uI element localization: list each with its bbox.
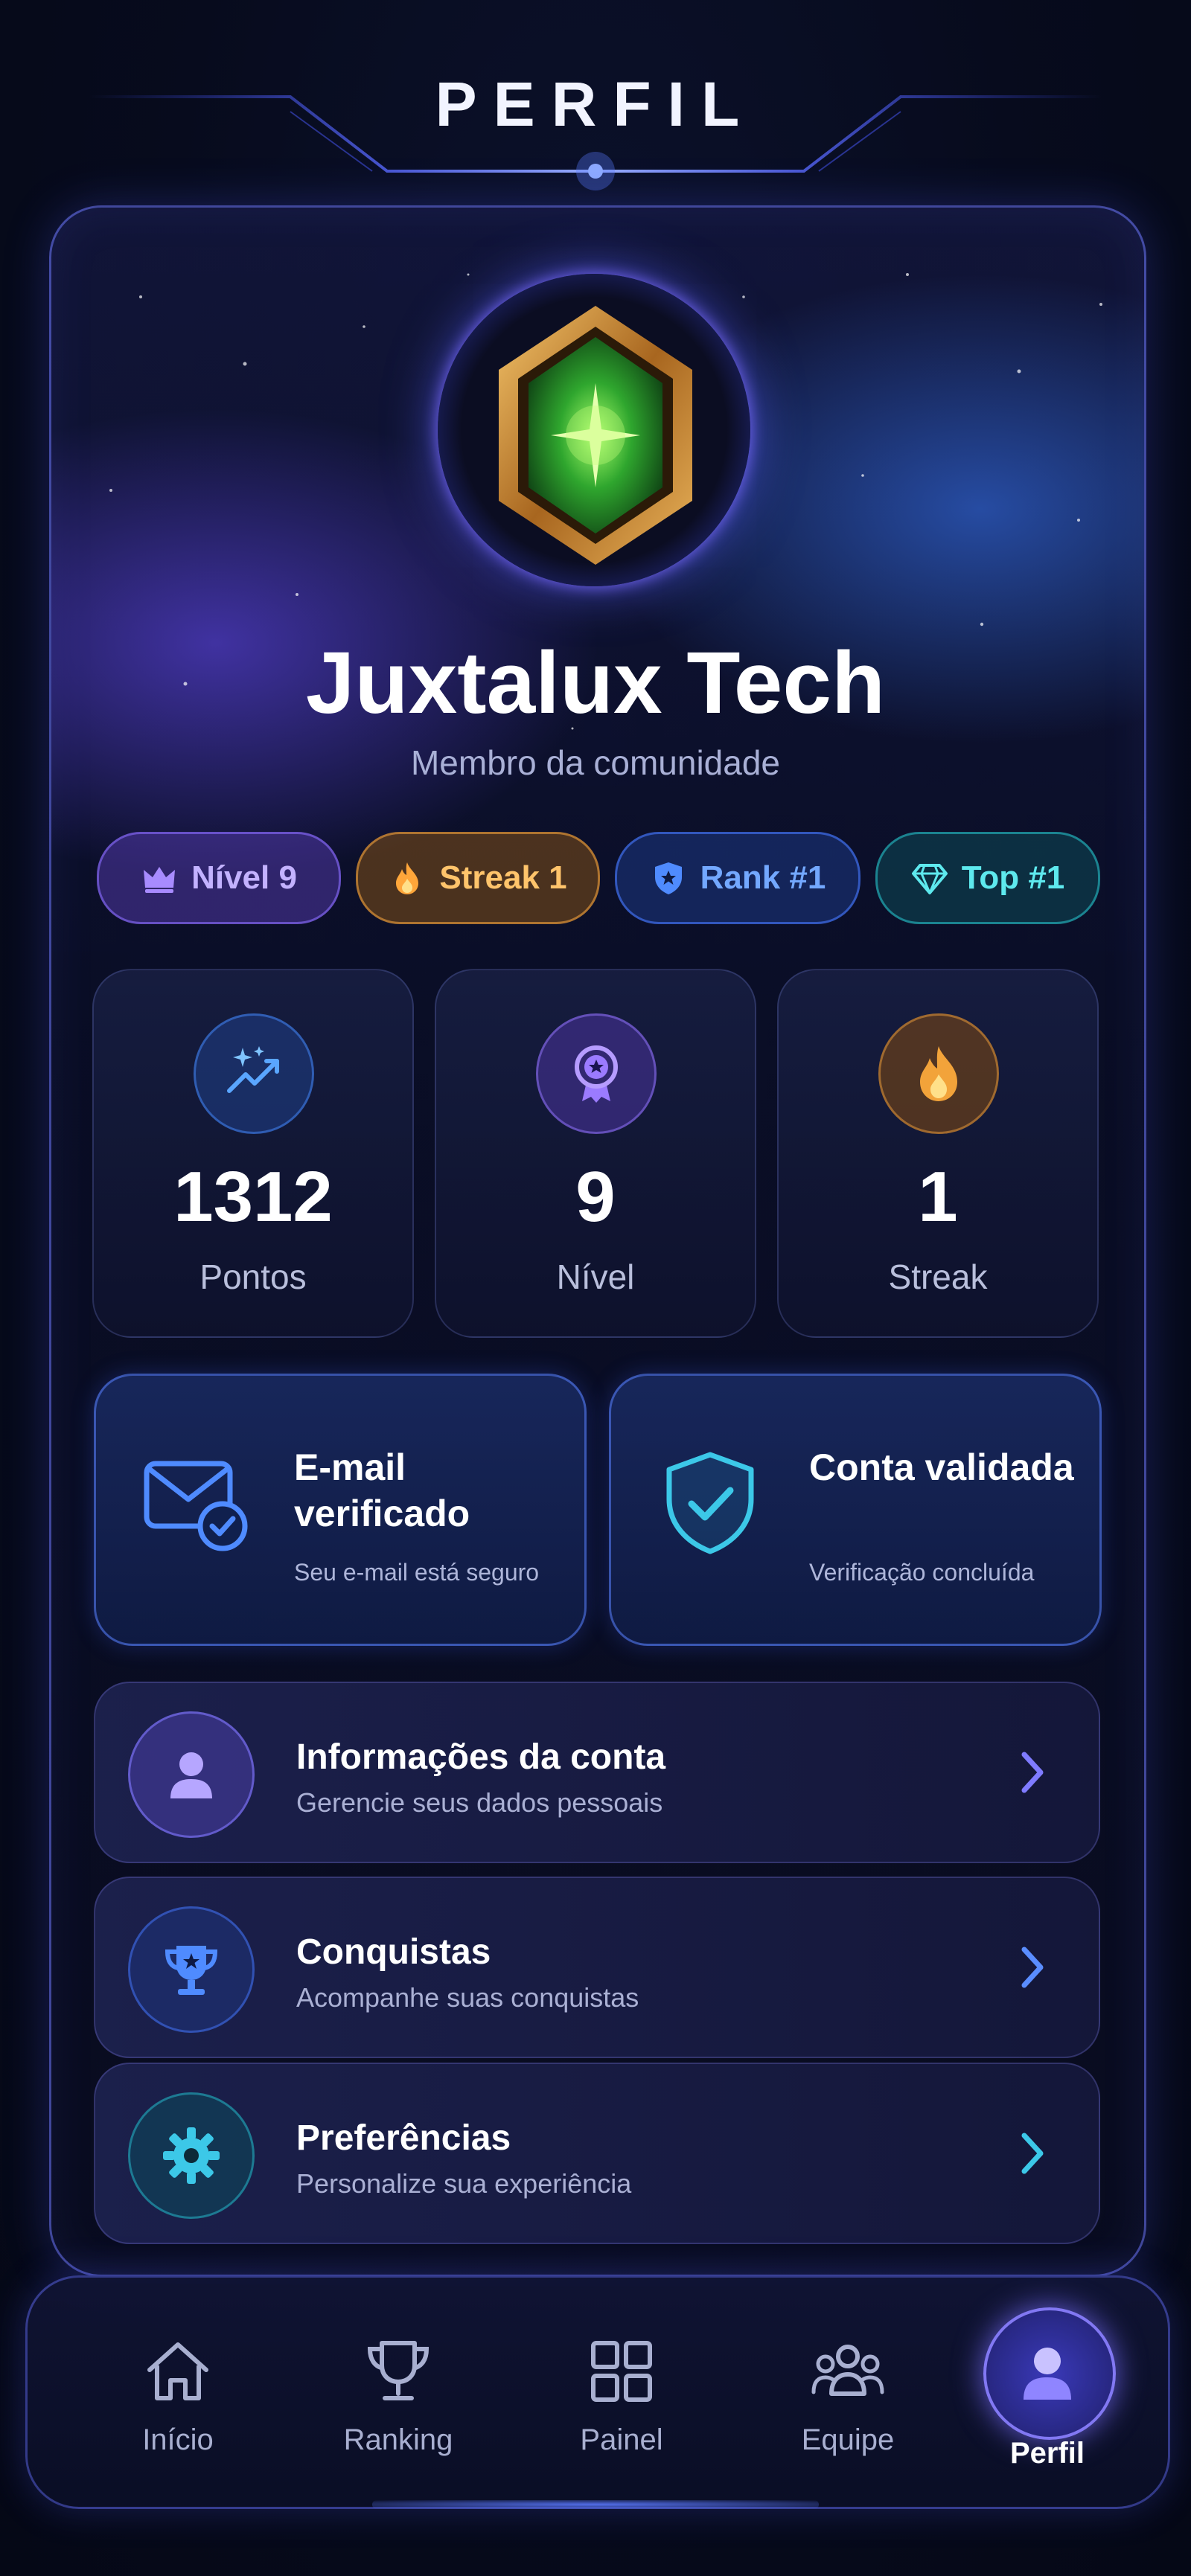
page-title: PERFIL bbox=[435, 69, 756, 139]
medal-icon bbox=[575, 1045, 618, 1103]
top-badge-label: Top #1 bbox=[961, 859, 1065, 896]
top-badge[interactable]: Top #1 bbox=[875, 832, 1100, 924]
crown-icon bbox=[144, 867, 176, 893]
level-label: Nível bbox=[556, 1257, 635, 1296]
flame-icon bbox=[396, 862, 419, 894]
account-validated-desc: Verificação concluída bbox=[809, 1559, 1035, 1586]
menu-icon-wrap bbox=[128, 1711, 255, 1838]
menu-title: Informações da conta bbox=[296, 1737, 666, 1777]
streak-label: Streak bbox=[888, 1257, 988, 1296]
nav-item-equipe[interactable]: Equipe bbox=[766, 2278, 930, 2507]
menu-title: Preferências bbox=[296, 2118, 511, 2158]
user-icon bbox=[170, 1752, 212, 1798]
email-verified-title: E-mail verificado bbox=[294, 1446, 470, 1534]
level-value: 9 bbox=[575, 1157, 616, 1237]
profile-name: Juxtalux Tech bbox=[305, 634, 886, 732]
nav-label: Equipe bbox=[801, 2423, 895, 2456]
account-validated-title: Conta validada bbox=[809, 1446, 1074, 1488]
rank-badge-label: Rank #1 bbox=[700, 859, 826, 896]
gear-icon bbox=[163, 2127, 220, 2184]
stat-icon-wrap bbox=[194, 1013, 314, 1134]
points-value: 1312 bbox=[173, 1157, 333, 1237]
trophy-icon bbox=[165, 1946, 218, 1995]
menu-icon-wrap bbox=[128, 2092, 255, 2219]
menu-desc: Acompanhe suas conquistas bbox=[296, 1982, 639, 2013]
level-badge-label: Nível 9 bbox=[191, 859, 297, 896]
trophy-icon bbox=[367, 2341, 430, 2400]
email-verified-card: E-mail verificado Seu e-mail está seguro bbox=[94, 1374, 587, 1646]
streak-value: 1 bbox=[918, 1157, 958, 1237]
points-label: Pontos bbox=[199, 1257, 307, 1296]
bottom-glow bbox=[372, 2500, 819, 2509]
flame-icon bbox=[920, 1046, 957, 1101]
nav-item-painel[interactable]: Painel bbox=[540, 2278, 703, 2507]
nav-item-perfil[interactable]: Perfil bbox=[965, 2278, 1129, 2507]
nav-label: Início bbox=[142, 2423, 214, 2456]
bottom-nav: Início Ranking Painel Equipe Perfil bbox=[25, 2275, 1170, 2509]
chevron-right-icon bbox=[1021, 1947, 1044, 1988]
rank-badge[interactable]: Rank #1 bbox=[615, 832, 860, 924]
menu-desc: Personalize sua experiência bbox=[296, 2168, 632, 2199]
shield-check-icon bbox=[666, 1452, 754, 1554]
stat-icon-wrap bbox=[878, 1013, 999, 1134]
email-verified-desc: Seu e-mail está seguro bbox=[294, 1559, 540, 1586]
nav-item-inicio[interactable]: Início bbox=[96, 2278, 260, 2507]
stat-card-level: 9 Nível bbox=[435, 969, 756, 1338]
menu-item-preferences[interactable]: Preferências Personalize sua experiência bbox=[94, 2063, 1100, 2244]
user-icon bbox=[1024, 2348, 1071, 2400]
green-gem-icon bbox=[499, 306, 692, 565]
menu-title: Conquistas bbox=[296, 1932, 491, 1972]
chevron-right-icon bbox=[1021, 1752, 1044, 1793]
diamond-icon bbox=[911, 864, 948, 894]
menu-item-achievements[interactable]: Conquistas Acompanhe suas conquistas bbox=[94, 1877, 1100, 2058]
mail-check-icon bbox=[144, 1461, 248, 1551]
nav-label: Perfil bbox=[1009, 2437, 1085, 2470]
shield-star-icon bbox=[654, 862, 682, 894]
nav-label: Ranking bbox=[343, 2423, 453, 2456]
menu-item-account-info[interactable]: Informações da conta Gerencie seus dados… bbox=[94, 1682, 1100, 1863]
streak-badge[interactable]: Streak 1 bbox=[356, 832, 600, 924]
level-badge[interactable]: Nível 9 bbox=[97, 832, 341, 924]
home-icon bbox=[147, 2342, 208, 2400]
streak-badge-label: Streak 1 bbox=[439, 859, 567, 896]
grid-icon bbox=[591, 2341, 652, 2402]
stat-card-points: 1312 Pontos bbox=[92, 969, 414, 1338]
menu-icon-wrap bbox=[128, 1906, 255, 2033]
team-icon bbox=[811, 2345, 884, 2396]
profile-subtitle: Membro da comunidade bbox=[410, 743, 781, 782]
stat-card-streak: 1 Streak bbox=[777, 969, 1099, 1338]
chevron-right-icon bbox=[1021, 2133, 1044, 2174]
menu-desc: Gerencie seus dados pessoais bbox=[296, 1787, 663, 1818]
nav-label: Painel bbox=[580, 2423, 663, 2456]
stat-icon-wrap bbox=[536, 1013, 657, 1134]
trending-sparkle-icon bbox=[227, 1046, 279, 1093]
account-validated-card: Conta validada Verificação concluída bbox=[609, 1374, 1102, 1646]
nav-item-ranking[interactable]: Ranking bbox=[316, 2278, 480, 2507]
